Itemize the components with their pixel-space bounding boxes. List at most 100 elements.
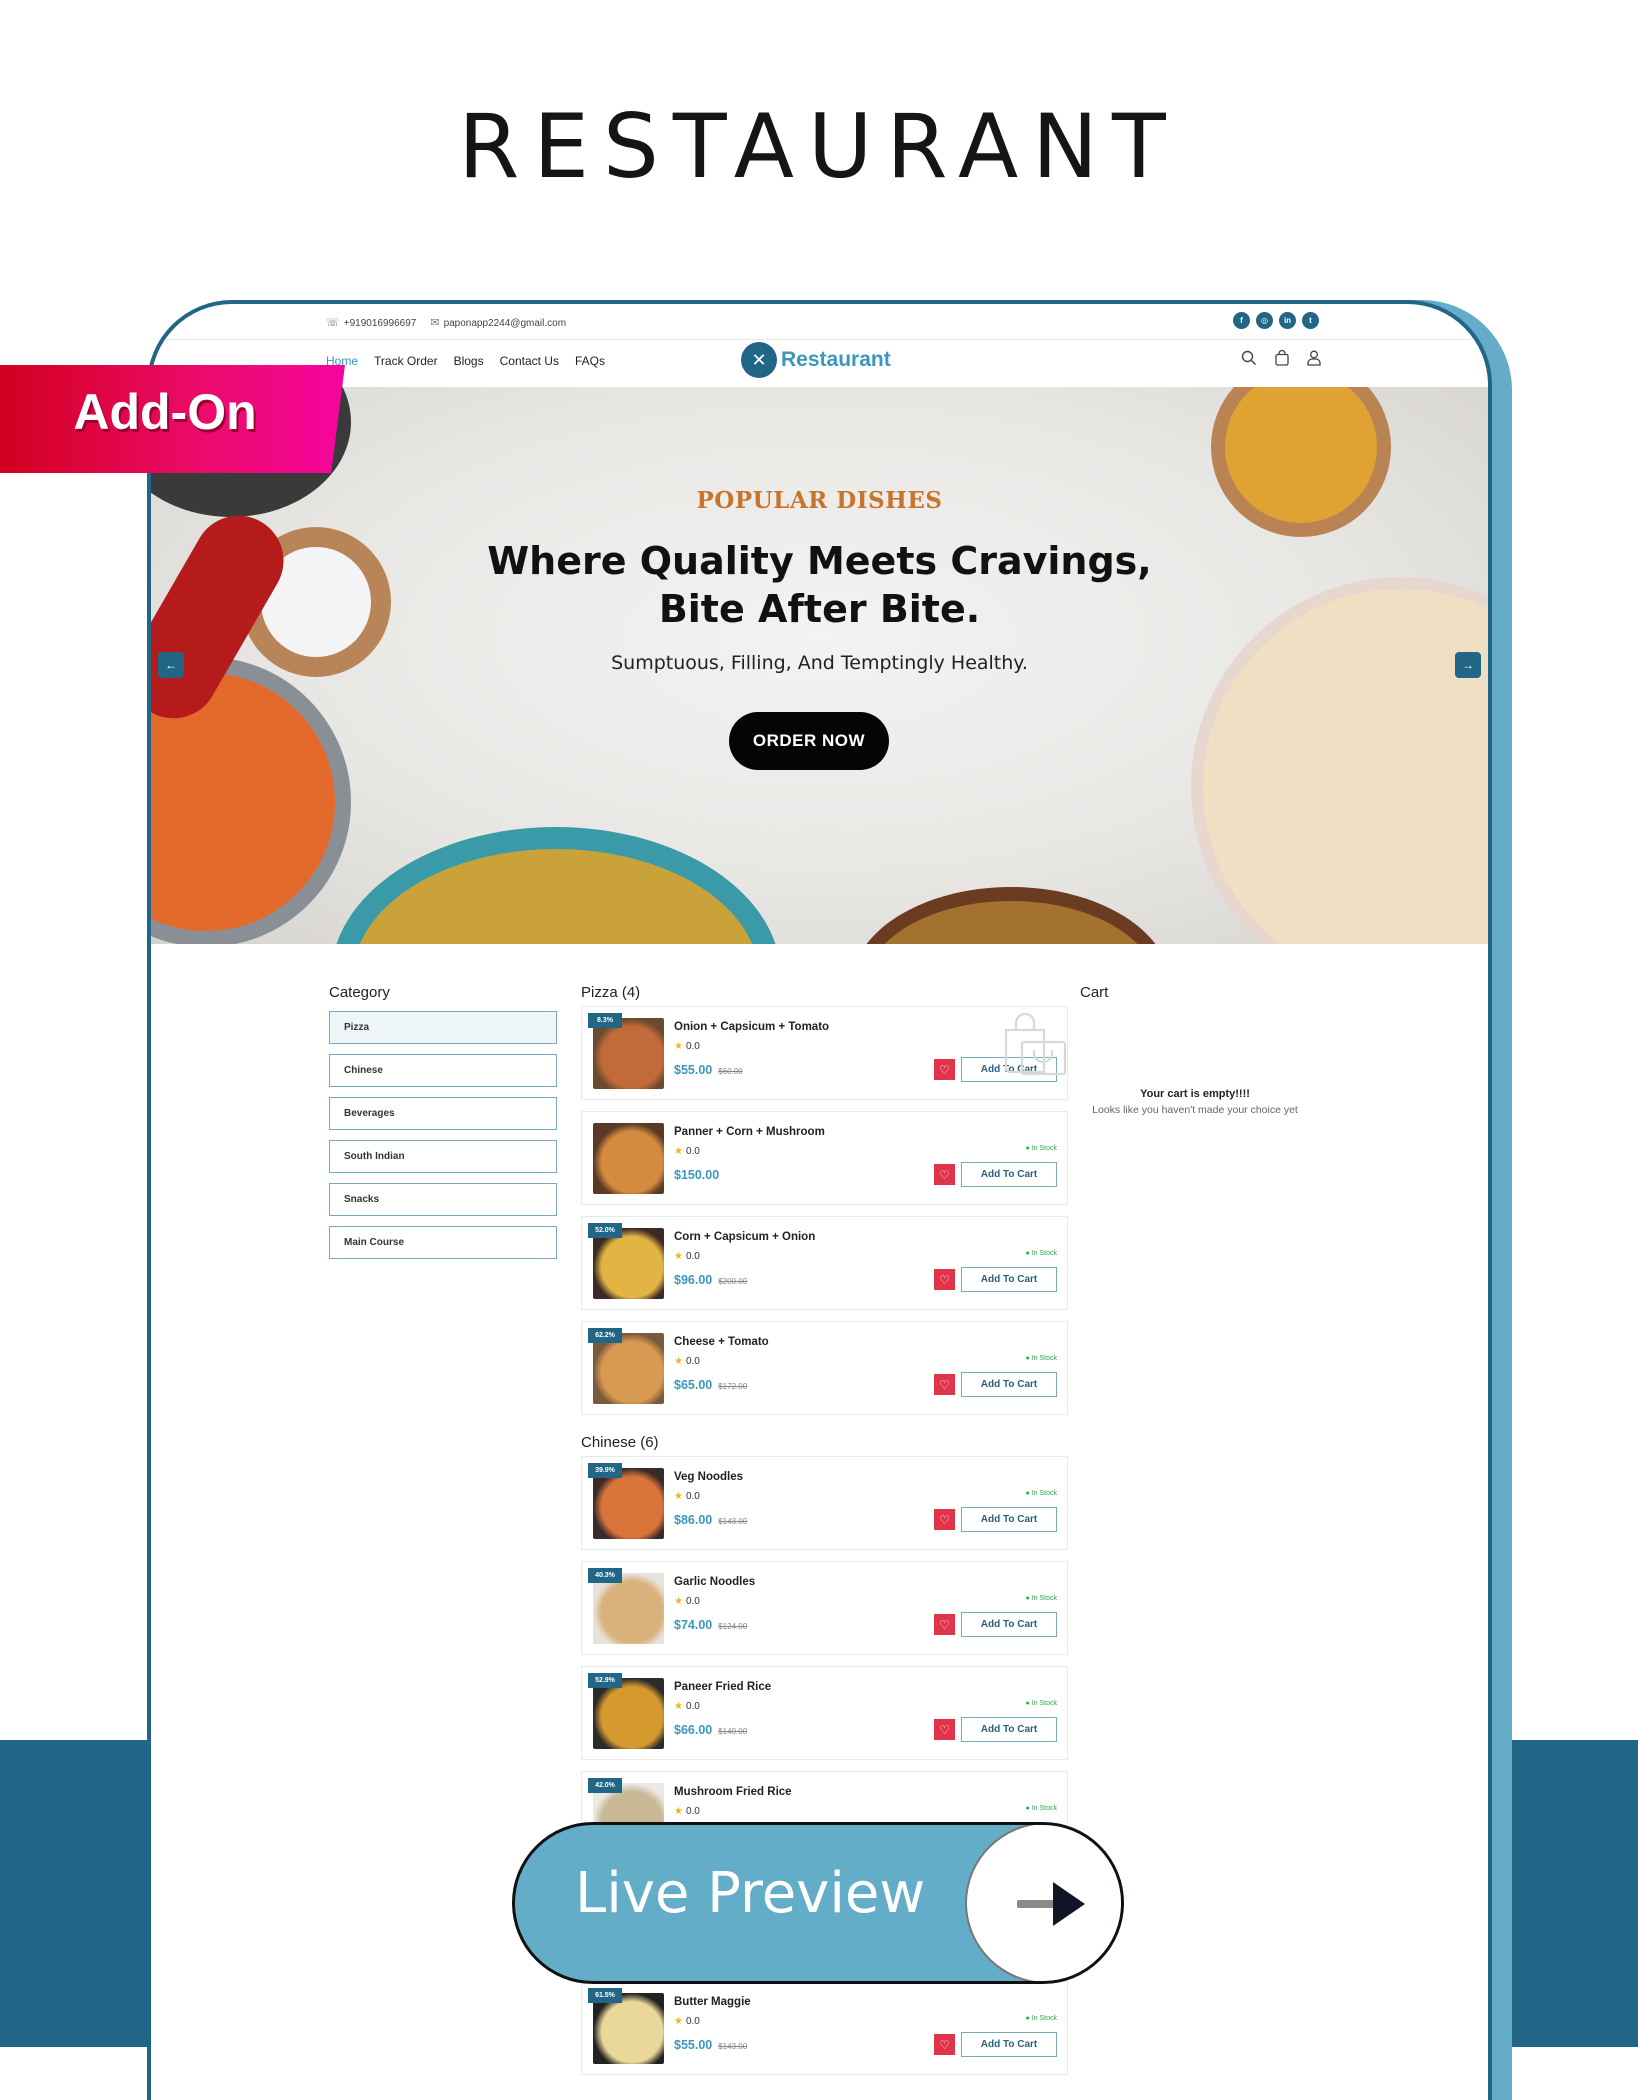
discount-badge: 52.0% xyxy=(588,1223,622,1238)
category-item[interactable]: Main Course xyxy=(329,1226,557,1259)
discount-badge: 62.2% xyxy=(588,1328,622,1343)
arrow-right-icon xyxy=(1017,1882,1085,1926)
hero-banner: POPULAR DISHES Where Quality Meets Cravi… xyxy=(151,387,1488,944)
nav-track-order[interactable]: Track Order xyxy=(374,354,438,368)
product-price: $74.00 $124.00 xyxy=(674,1618,747,1632)
phone-contact[interactable]: ☏ +919016996697 xyxy=(326,316,416,329)
nav-faqs[interactable]: FAQs xyxy=(575,354,605,368)
product-image[interactable] xyxy=(593,1993,664,2064)
product-card: 52.0% Corn + Capsicum + Onion ★ 0.0 $96.00 $2… xyxy=(581,1216,1068,1310)
main-nav: Home Track Order Blogs Contact Us FAQs xyxy=(326,354,605,368)
nav-contact-us[interactable]: Contact Us xyxy=(500,354,559,368)
top-bar: ☏ +919016996697 ✉ paponapp2244@gmail.com f… xyxy=(151,304,1488,340)
wishlist-heart-icon[interactable]: ♡ xyxy=(934,1269,955,1290)
stock-status: ● In Stock xyxy=(1025,1250,1057,1257)
add-to-cart-button[interactable]: Add To Cart xyxy=(961,1612,1057,1637)
product-name[interactable]: Corn + Capsicum + Onion xyxy=(674,1231,815,1243)
add-to-cart-button[interactable]: Add To Cart xyxy=(961,1372,1057,1397)
product-name[interactable]: Panner + Corn + Mushroom xyxy=(674,1126,825,1138)
product-name[interactable]: Cheese + Tomato xyxy=(674,1336,769,1348)
stock-status: ● In Stock xyxy=(1025,1145,1057,1152)
search-icon[interactable] xyxy=(1241,350,1257,370)
linkedin-icon[interactable]: in xyxy=(1279,312,1296,329)
product-name[interactable]: Garlic Noodles xyxy=(674,1576,755,1588)
stock-status: ● In Stock xyxy=(1025,1805,1057,1812)
product-card: 52.9% Paneer Fried Rice ★ 0.0 $66.00 $140.00 ●… xyxy=(581,1666,1068,1760)
wishlist-heart-icon[interactable]: ♡ xyxy=(934,1614,955,1635)
stock-status: ● In Stock xyxy=(1025,2015,1057,2022)
star-icon: ★ xyxy=(674,1041,683,1052)
product-image[interactable] xyxy=(593,1018,664,1089)
empty-bag-icon xyxy=(1000,1010,1070,1085)
current-price: $55.00 xyxy=(674,1063,713,1077)
stock-label: In Stock xyxy=(1031,1355,1057,1362)
add-to-cart-button[interactable]: Add To Cart xyxy=(961,1267,1057,1292)
hero-kicker: POPULAR DISHES xyxy=(696,487,943,514)
product-name[interactable]: Mushroom Fried Rice xyxy=(674,1786,792,1798)
phone-number: +919016996697 xyxy=(343,318,417,329)
stock-status: ● In Stock xyxy=(1025,1490,1057,1497)
product-rating: ★ 0.0 xyxy=(674,1701,700,1712)
product-image[interactable] xyxy=(593,1333,664,1404)
add-to-cart-button[interactable]: Add To Cart xyxy=(961,2032,1057,2057)
category-item[interactable]: Snacks xyxy=(329,1183,557,1216)
nav-blogs[interactable]: Blogs xyxy=(454,354,484,368)
category-item[interactable]: South Indian xyxy=(329,1140,557,1173)
product-rating: ★ 0.0 xyxy=(674,1356,700,1367)
wishlist-heart-icon[interactable]: ♡ xyxy=(934,1719,955,1740)
old-price: $172.00 xyxy=(718,1382,748,1391)
product-image[interactable] xyxy=(593,1123,664,1194)
rating-value: 0.0 xyxy=(685,1701,700,1712)
order-now-button[interactable]: ORDER NOW xyxy=(729,712,889,770)
stock-label: In Stock xyxy=(1031,1250,1057,1257)
category-item[interactable]: Pizza xyxy=(329,1011,557,1044)
product-name[interactable]: Butter Maggie xyxy=(674,1996,751,2008)
twitter-icon[interactable]: t xyxy=(1302,312,1319,329)
discount-badge: 8.3% xyxy=(588,1013,622,1028)
rating-value: 0.0 xyxy=(685,1596,700,1607)
wishlist-heart-icon[interactable]: ♡ xyxy=(934,1059,955,1080)
email-contact[interactable]: ✉ paponapp2244@gmail.com xyxy=(430,316,566,329)
rating-value: 0.0 xyxy=(685,2016,700,2027)
add-to-cart-button[interactable]: Add To Cart xyxy=(961,1717,1057,1742)
stock-label: In Stock xyxy=(1031,2015,1057,2022)
star-icon: ★ xyxy=(674,1356,683,1367)
live-preview-button[interactable]: Live Preview xyxy=(512,1822,1124,1984)
old-price: $60.00 xyxy=(718,1067,743,1076)
discount-badge: 40.3% xyxy=(588,1568,622,1583)
product-name[interactable]: Onion + Capsicum + Tomato xyxy=(674,1021,829,1033)
product-image[interactable] xyxy=(593,1678,664,1749)
facebook-icon[interactable]: f xyxy=(1233,312,1250,329)
product-image[interactable] xyxy=(593,1573,664,1644)
star-icon: ★ xyxy=(674,1146,683,1157)
instagram-icon[interactable]: ◎ xyxy=(1256,312,1273,329)
addon-label: Add-On xyxy=(73,384,257,440)
product-image[interactable] xyxy=(593,1228,664,1299)
mail-icon: ✉ xyxy=(430,317,440,329)
product-name[interactable]: Paneer Fried Rice xyxy=(674,1681,771,1693)
category-item[interactable]: Beverages xyxy=(329,1097,557,1130)
wishlist-heart-icon[interactable]: ♡ xyxy=(934,1164,955,1185)
wishlist-heart-icon[interactable]: ♡ xyxy=(934,2034,955,2055)
stock-status: ● In Stock xyxy=(1025,1355,1057,1362)
logo[interactable]: ✕ Restaurant xyxy=(741,342,891,378)
wishlist-heart-icon[interactable]: ♡ xyxy=(934,1509,955,1530)
stock-label: In Stock xyxy=(1031,1145,1057,1152)
product-image[interactable] xyxy=(593,1468,664,1539)
current-price: $74.00 xyxy=(674,1618,713,1632)
add-to-cart-button[interactable]: Add To Cart xyxy=(961,1507,1057,1532)
rating-value: 0.0 xyxy=(685,1356,700,1367)
section-title: Pizza (4) xyxy=(581,984,641,1001)
logo-text: Restaurant xyxy=(781,348,891,371)
arrow-right-icon[interactable]: → xyxy=(1455,652,1481,678)
wishlist-heart-icon[interactable]: ♡ xyxy=(934,1374,955,1395)
phone-icon: ☏ xyxy=(326,317,340,329)
product-name[interactable]: Veg Noodles xyxy=(674,1471,743,1483)
arrow-left-icon[interactable]: ← xyxy=(158,652,184,678)
category-item[interactable]: Chinese xyxy=(329,1054,557,1087)
user-icon[interactable] xyxy=(1307,350,1321,370)
star-icon: ★ xyxy=(674,1596,683,1607)
bag-icon[interactable] xyxy=(1275,349,1289,370)
add-to-cart-button[interactable]: Add To Cart xyxy=(961,1162,1057,1187)
product-price: $55.00 $143.00 xyxy=(674,2038,747,2052)
